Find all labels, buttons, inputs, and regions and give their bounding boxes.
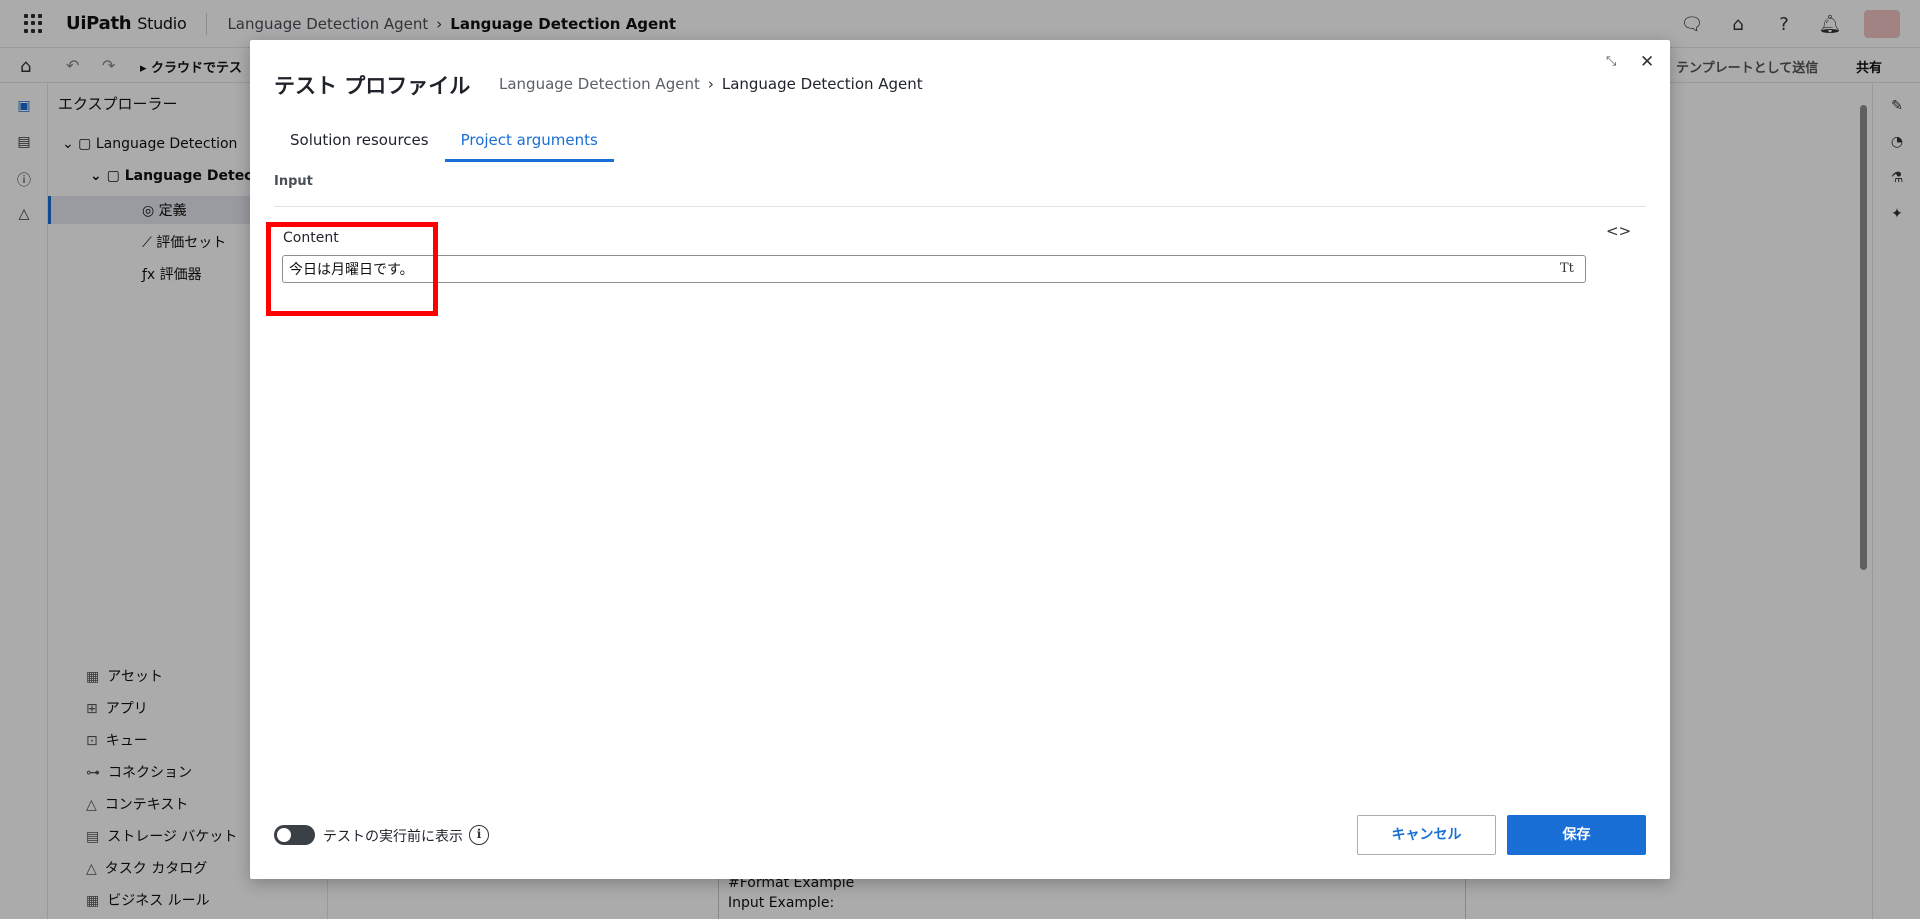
divider bbox=[274, 206, 1646, 207]
dialog-title: テスト プロファイル bbox=[274, 74, 471, 98]
dialog-breadcrumb: Language Detection Agent › Language Detect… bbox=[499, 75, 923, 93]
breadcrumb-item: Language Detection Agent bbox=[499, 75, 700, 93]
breadcrumb-current: Language Detection Agent bbox=[721, 75, 923, 93]
show-before-run-toggle[interactable] bbox=[274, 825, 315, 845]
chevron-right-icon: › bbox=[707, 75, 714, 93]
show-before-run-label: テストの実行前に表示 bbox=[323, 829, 463, 845]
section-heading-input: Input bbox=[274, 174, 313, 189]
content-field-label: Content bbox=[283, 230, 339, 246]
test-profile-dialog: テスト プロファイル Language Detection Agent › Lang… bbox=[250, 40, 1670, 879]
collapse-icon[interactable]: ⤡ bbox=[1606, 54, 1616, 69]
text-format-icon[interactable]: Tt bbox=[1560, 261, 1574, 276]
tab-project-arguments[interactable]: Project arguments bbox=[444, 122, 614, 162]
content-input[interactable] bbox=[282, 255, 1586, 283]
tab-solution-resources[interactable]: Solution resources bbox=[274, 122, 445, 162]
code-view-icon[interactable]: <> bbox=[1606, 222, 1631, 240]
dialog-tabs: Solution resources Project arguments bbox=[274, 122, 614, 162]
cancel-button[interactable]: キャンセル bbox=[1357, 815, 1496, 855]
close-icon[interactable]: ✕ bbox=[1640, 52, 1654, 72]
save-button[interactable]: 保存 bbox=[1507, 815, 1646, 855]
info-icon[interactable]: i bbox=[469, 825, 489, 845]
